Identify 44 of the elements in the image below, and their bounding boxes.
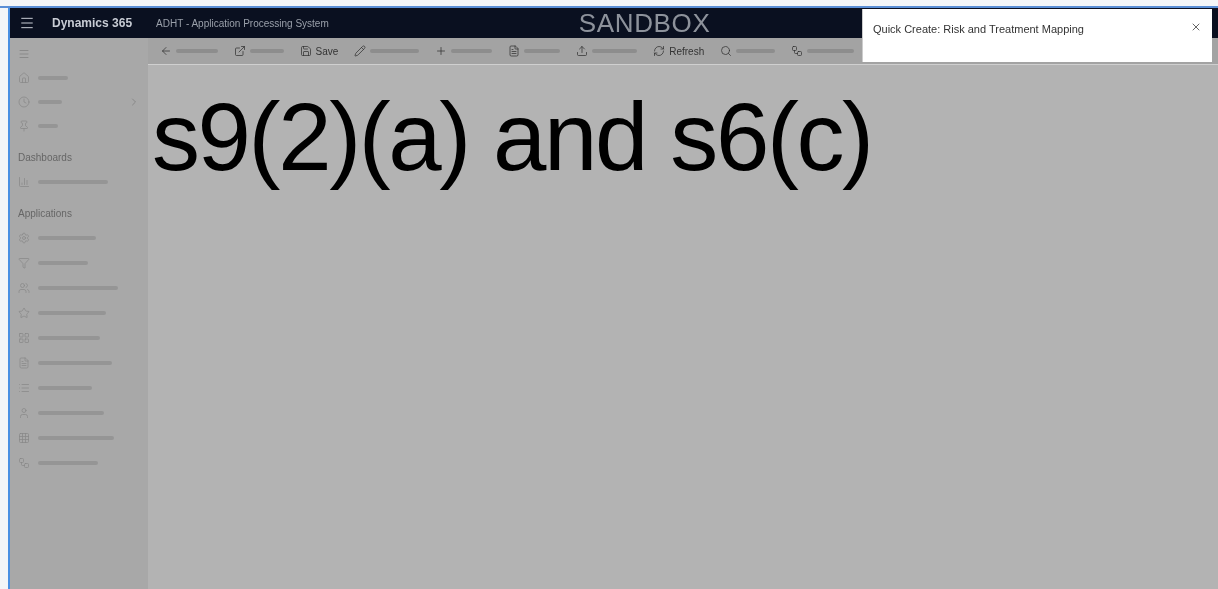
home-icon bbox=[18, 72, 30, 84]
people-icon bbox=[18, 281, 30, 294]
external-link-icon bbox=[234, 45, 246, 57]
save-icon bbox=[299, 45, 312, 57]
user-icon bbox=[18, 406, 30, 419]
close-button[interactable] bbox=[1190, 21, 1202, 33]
star-icon bbox=[18, 306, 30, 319]
toolbar-button[interactable]: Save bbox=[299, 43, 339, 59]
environment-label: SANDBOX bbox=[578, 10, 711, 36]
toolbar-button[interactable] bbox=[791, 45, 854, 57]
workflow-icon bbox=[791, 45, 804, 57]
toolbar-button[interactable] bbox=[508, 45, 561, 57]
menu-icon bbox=[19, 15, 35, 31]
filter-icon bbox=[18, 256, 30, 269]
panel-title: Quick Create: Risk and Treatment Mapping bbox=[873, 22, 1084, 37]
gear-icon bbox=[18, 231, 30, 244]
toolbar-button[interactable] bbox=[354, 45, 420, 57]
plus-icon bbox=[435, 45, 448, 57]
toolbar-button[interactable] bbox=[234, 45, 284, 57]
close-icon bbox=[1190, 21, 1202, 33]
refresh-icon bbox=[653, 45, 666, 57]
pencil-icon bbox=[354, 45, 367, 57]
toolbar-button[interactable] bbox=[160, 45, 218, 57]
section-title: Dashboards bbox=[17, 151, 73, 165]
toolbar-button[interactable] bbox=[576, 45, 638, 57]
grid-icon bbox=[18, 331, 30, 344]
toolbar-button[interactable] bbox=[435, 45, 492, 57]
document-icon bbox=[18, 356, 30, 369]
redaction-text: s9(2)(a) and s6(c) bbox=[152, 82, 872, 192]
toolbar-button[interactable]: Refresh bbox=[653, 43, 705, 59]
document-icon bbox=[508, 45, 520, 57]
search-icon bbox=[720, 45, 733, 57]
menu-icon bbox=[18, 48, 30, 60]
system-name: ADHT - Application Processing System bbox=[156, 16, 329, 31]
chart-icon bbox=[18, 175, 30, 188]
pin-icon bbox=[18, 120, 30, 132]
list-icon bbox=[18, 381, 30, 394]
toolbar-button[interactable] bbox=[720, 45, 776, 57]
app-name: Dynamics 365 bbox=[52, 15, 133, 32]
section-title: Applications bbox=[17, 207, 73, 221]
arrow-left-icon bbox=[160, 45, 172, 57]
table-icon bbox=[18, 431, 30, 444]
upload-icon bbox=[576, 45, 589, 57]
workflow-icon bbox=[18, 456, 30, 469]
